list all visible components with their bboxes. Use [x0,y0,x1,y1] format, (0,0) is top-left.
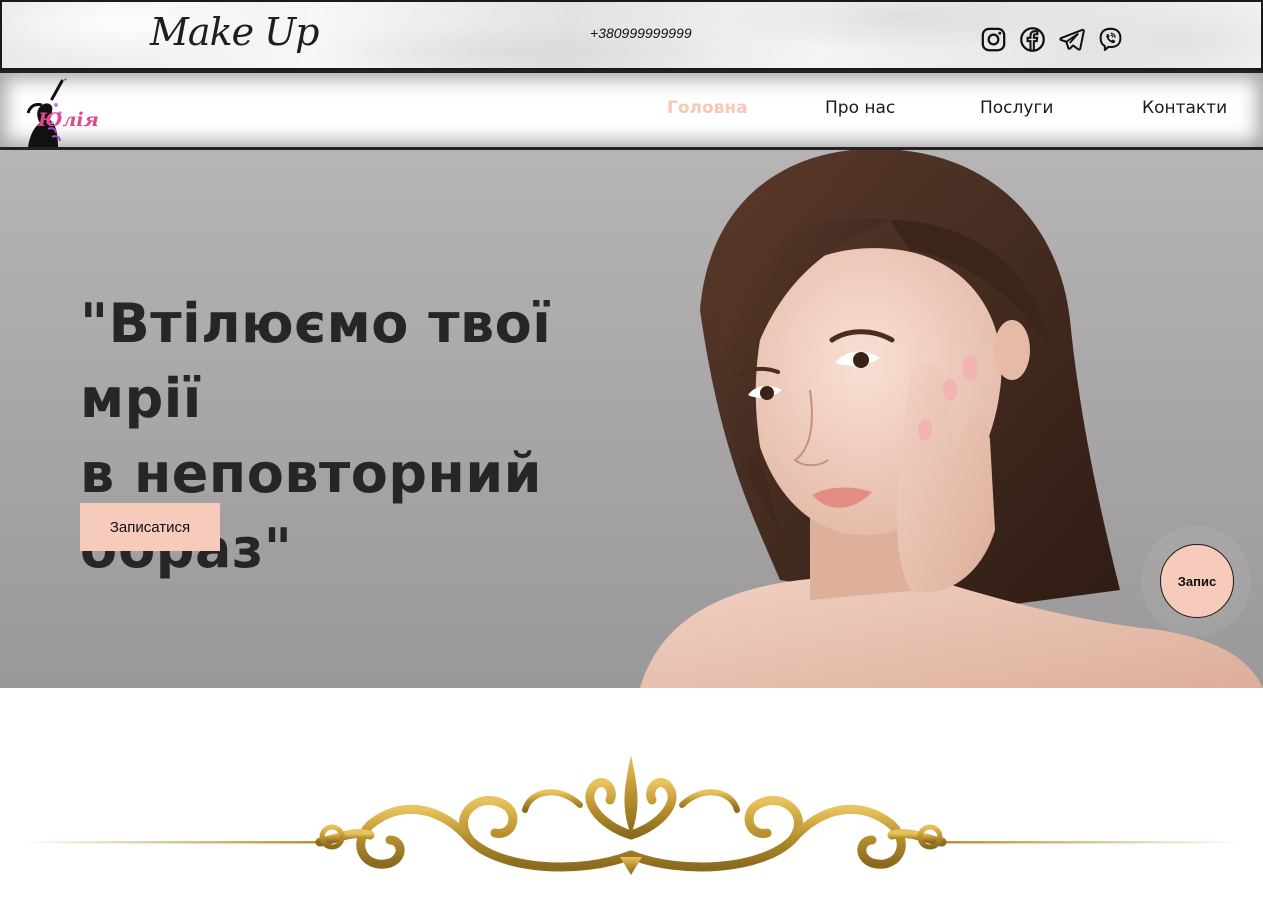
main-nav: Юлія Головна Про нас Послуги Контакти [0,70,1263,150]
nav-services[interactable]: Послуги [980,98,1053,118]
viber-icon[interactable] [1097,26,1124,53]
telegram-icon[interactable] [1058,26,1085,53]
signup-button[interactable]: Записатися [80,503,220,551]
hero-section: "Втілюємо твої мрії в неповторний образ"… [0,150,1263,688]
facebook-icon[interactable] [1019,26,1046,53]
instagram-icon[interactable] [980,26,1007,53]
hero-title-line: в неповторний [80,442,543,505]
hero-title-line: "Втілюємо твої мрії [80,292,552,430]
nav-contacts[interactable]: Контакти [1142,98,1227,118]
nav-about[interactable]: Про нас [825,98,895,118]
nav-links: Головна Про нас Послуги Контакти [0,98,1263,128]
gold-ornament-divider [20,745,1243,885]
phone-number[interactable]: +380999999999 [590,25,692,41]
booking-fab-button[interactable]: Запис [1160,544,1234,618]
nav-home[interactable]: Головна [667,98,748,118]
brand-title: Make Up [150,10,320,54]
social-links [980,26,1124,53]
top-bar: Make Up +380999999999 [0,0,1263,70]
